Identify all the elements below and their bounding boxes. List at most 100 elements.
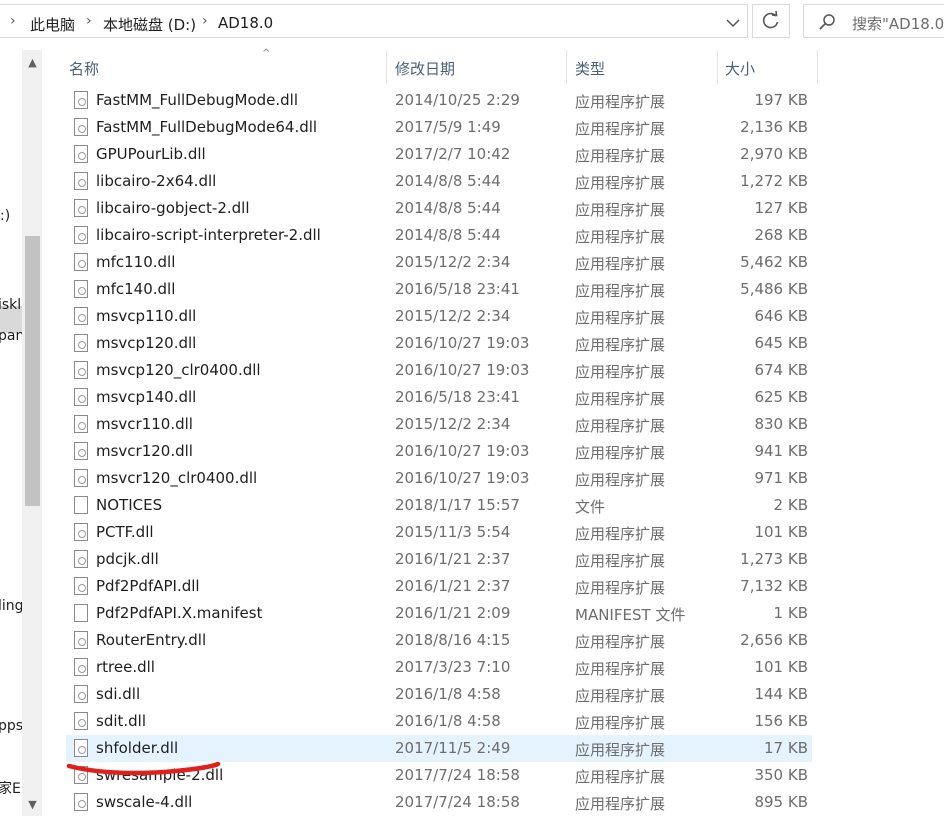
file-modified-date: 2016/10/27 19:03 (395, 469, 530, 487)
file-row[interactable]: FastMM_FullDebugMode.dll 2014/10/25 2:29 应… (66, 87, 812, 114)
column-header-modified[interactable]: 修改日期 (395, 58, 455, 79)
nav-item-fragment[interactable]: :) (0, 208, 10, 224)
file-row[interactable]: swscale-4.dll 2017/7/24 18:58 应用程序扩展 895 KB (66, 789, 812, 816)
file-size: 17 KB (764, 739, 808, 757)
column-divider[interactable] (717, 50, 718, 84)
file-row[interactable]: NOTICES 2018/1/17 15:57 文件 2 KB (66, 492, 812, 519)
breadcrumb-chevron-icon[interactable]: › (86, 13, 92, 29)
file-type: 应用程序扩展 (575, 552, 666, 570)
file-type: 应用程序扩展 (575, 795, 666, 813)
file-row[interactable]: msvcp140.dll 2016/5/18 23:41 应用程序扩展 625 KB (66, 384, 812, 411)
file-size: 941 KB (754, 442, 808, 460)
file-row[interactable]: RouterEntry.dll 2018/8/16 4:15 应用程序扩展 2,656… (66, 627, 812, 654)
nav-item-fragment[interactable]: 家Ε (0, 778, 21, 798)
file-row[interactable]: libcairo-gobject-2.dll 2014/8/8 5:44 应用程序扩… (66, 195, 812, 222)
file-row[interactable]: rtree.dll 2017/3/23 7:10 应用程序扩展 101 KB (66, 654, 812, 681)
dll-file-icon (74, 793, 88, 811)
file-size: 197 KB (754, 91, 808, 109)
nav-scrollbar-thumb[interactable] (25, 236, 40, 506)
scroll-down-arrow-icon[interactable]: ▼ (25, 798, 40, 812)
breadcrumb-chevron-icon[interactable]: › (202, 13, 208, 29)
file-modified-date: 2018/1/17 15:57 (395, 496, 520, 514)
file-name: FastMM_FullDebugMode64.dll (96, 118, 318, 136)
file-modified-date: 2016/5/18 23:41 (395, 280, 520, 298)
file-name: GPUPourLib.dll (96, 145, 206, 163)
file-type: 应用程序扩展 (575, 579, 666, 597)
dll-file-icon (74, 307, 88, 325)
file-size: 2,136 KB (740, 118, 808, 136)
file-name: PCTF.dll (96, 523, 154, 541)
file-type: 应用程序扩展 (575, 201, 666, 219)
file-row[interactable]: msvcr120_clr0400.dll 2016/10/27 19:03 应用程序… (66, 465, 812, 492)
dll-file-icon (74, 469, 88, 487)
file-name: libcairo-script-interpreter-2.dll (96, 226, 321, 244)
breadcrumb-this-pc[interactable]: 此电脑 (30, 14, 75, 35)
file-row[interactable]: msvcp120.dll 2016/10/27 19:03 应用程序扩展 645 KB (66, 330, 812, 357)
file-type: 应用程序扩展 (575, 120, 666, 138)
file-row[interactable]: GPUPourLib.dll 2017/2/7 10:42 应用程序扩展 2,970 … (66, 141, 812, 168)
nav-item-fragment[interactable]: pan (0, 328, 24, 344)
file-row[interactable]: mfc110.dll 2015/12/2 2:34 应用程序扩展 5,462 KB (66, 249, 812, 276)
file-row[interactable]: msvcr110.dll 2015/12/2 2:34 应用程序扩展 830 KB (66, 411, 812, 438)
search-box[interactable]: 搜索"AD18.0 (803, 4, 944, 38)
file-type: 应用程序扩展 (575, 471, 666, 489)
dll-file-icon (74, 415, 88, 433)
address-bar[interactable]: › 此电脑 › 本地磁盘 (D:) › AD18.0 (0, 4, 748, 38)
file-row[interactable]: sdi.dll 2016/1/8 4:58 应用程序扩展 144 KB (66, 681, 812, 708)
file-name: swscale-4.dll (96, 793, 193, 811)
file-row[interactable]: Pdf2PdfAPI.dll 2016/1/21 2:37 应用程序扩展 7,132 … (66, 573, 812, 600)
file-name: msvcr110.dll (96, 415, 193, 433)
nav-item-fragment[interactable]: pps (0, 718, 23, 734)
file-type: 应用程序扩展 (575, 633, 666, 651)
address-toolbar: › 此电脑 › 本地磁盘 (D:) › AD18.0 搜索"AD18.0 (0, 0, 944, 44)
nav-item-fragment[interactable]: iskl (0, 297, 21, 313)
dll-file-icon (74, 388, 88, 406)
file-size: 127 KB (754, 199, 808, 217)
file-name: sdi.dll (96, 685, 141, 703)
file-row[interactable]: Pdf2PdfAPI.X.manifest 2016/1/21 2:09 MANIF… (66, 600, 812, 627)
column-divider[interactable] (817, 50, 818, 84)
file-size: 101 KB (754, 523, 808, 541)
dll-file-icon (74, 172, 88, 190)
search-input[interactable]: 搜索"AD18.0 (852, 13, 944, 34)
dll-file-icon (74, 766, 88, 784)
file-type: 文件 (575, 498, 606, 516)
file-row[interactable]: libcairo-2x64.dll 2014/8/8 5:44 应用程序扩展 1,27… (66, 168, 812, 195)
dll-file-icon (74, 280, 88, 298)
nav-item-fragment[interactable]: ling (0, 598, 24, 614)
breadcrumb-chevron-icon[interactable]: › (10, 13, 16, 29)
file-name: mfc110.dll (96, 253, 176, 271)
file-size: 625 KB (754, 388, 808, 406)
file-modified-date: 2017/2/7 10:42 (395, 145, 511, 163)
dll-file-icon (74, 631, 88, 649)
column-divider[interactable] (566, 50, 567, 84)
file-row[interactable]: pdcjk.dll 2016/1/21 2:37 应用程序扩展 1,273 KB (66, 546, 812, 573)
file-row[interactable]: PCTF.dll 2015/11/3 5:54 应用程序扩展 101 KB (66, 519, 812, 546)
column-divider[interactable] (386, 50, 387, 84)
file-row[interactable]: sdit.dll 2016/1/8 4:58 应用程序扩展 156 KB (66, 708, 812, 735)
file-row[interactable]: shfolder.dll 2017/11/5 2:49 应用程序扩展 17 KB (66, 735, 812, 762)
file-size: 646 KB (754, 307, 808, 325)
file-size: 674 KB (754, 361, 808, 379)
column-header-size[interactable]: 大小 (725, 58, 755, 79)
file-row[interactable]: msvcp110.dll 2015/12/2 2:34 应用程序扩展 646 KB (66, 303, 812, 330)
file-modified-date: 2015/11/3 5:54 (395, 523, 511, 541)
file-type: 应用程序扩展 (575, 255, 666, 273)
column-header-type[interactable]: 类型 (575, 58, 605, 79)
dropdown-chevron-icon[interactable] (722, 13, 744, 33)
breadcrumb-local-disk[interactable]: 本地磁盘 (D:) (103, 14, 196, 35)
file-row[interactable]: FastMM_FullDebugMode64.dll 2017/5/9 1:49 应… (66, 114, 812, 141)
file-size: 156 KB (754, 712, 808, 730)
file-row[interactable]: swresample-2.dll 2017/7/24 18:58 应用程序扩展 350… (66, 762, 812, 789)
file-row[interactable]: msvcp120_clr0400.dll 2016/10/27 19:03 应用程序… (66, 357, 812, 384)
scroll-up-arrow-icon[interactable]: ▲ (25, 56, 40, 70)
file-modified-date: 2016/10/27 19:03 (395, 442, 530, 460)
file-row[interactable]: mfc140.dll 2016/5/18 23:41 应用程序扩展 5,486 KB (66, 276, 812, 303)
refresh-button[interactable] (752, 4, 790, 38)
file-name: msvcr120.dll (96, 442, 193, 460)
file-row[interactable]: libcairo-script-interpreter-2.dll 2014/8/… (66, 222, 812, 249)
file-name: msvcp120.dll (96, 334, 197, 352)
file-row[interactable]: msvcr120.dll 2016/10/27 19:03 应用程序扩展 941 KB (66, 438, 812, 465)
column-header-name[interactable]: 名称 (69, 58, 99, 79)
breadcrumb-current-folder[interactable]: AD18.0 (218, 14, 273, 32)
